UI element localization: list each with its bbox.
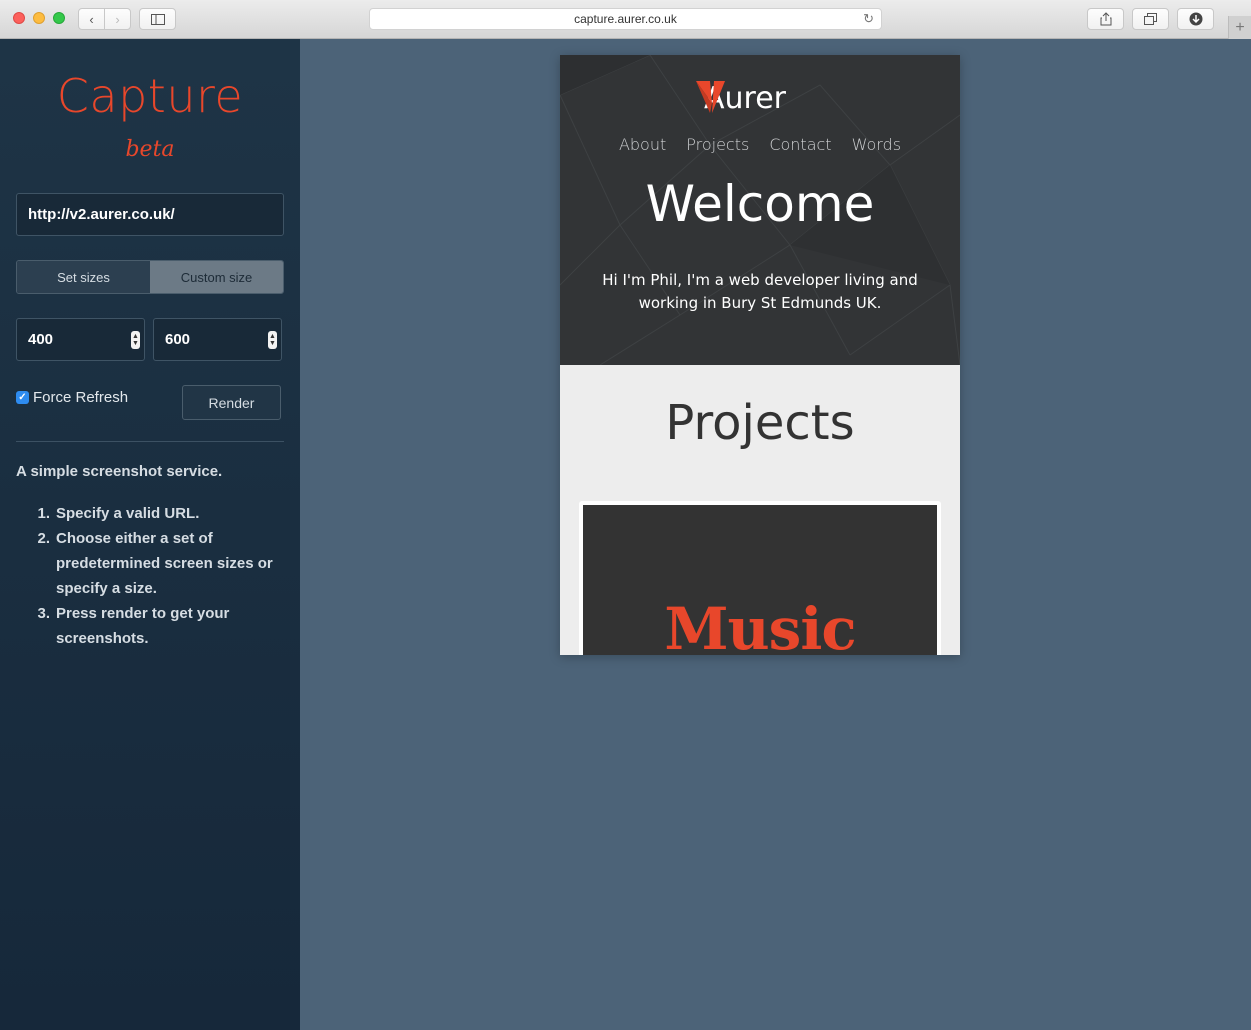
steps-list: 1. Specify a valid URL. 2. Choose either…: [16, 501, 284, 651]
new-tab-button[interactable]: +: [1228, 16, 1251, 39]
nav-projects[interactable]: Projects: [686, 135, 749, 154]
width-value: 400: [28, 331, 54, 348]
nav-words[interactable]: Words: [852, 135, 901, 154]
description: A simple screenshot service.: [16, 463, 223, 480]
stepper-down-icon: ▼: [132, 340, 139, 347]
stepper-up-icon: ▲: [269, 333, 276, 340]
share-icon: [1100, 12, 1111, 26]
step-text: Press render to get your screenshots.: [56, 605, 230, 647]
tabs-icon: [1144, 13, 1157, 25]
force-refresh-label: Force Refresh: [33, 389, 129, 406]
minimize-window-button[interactable]: [33, 12, 45, 24]
browser-toolbar: ‹ › capture.aurer.co.uk ↻ +: [0, 0, 1251, 39]
sidebar-icon: [150, 13, 165, 25]
reload-icon[interactable]: ↻: [863, 11, 874, 27]
force-refresh-checkbox[interactable]: ✓: [16, 391, 29, 404]
address-text: capture.aurer.co.uk: [574, 12, 677, 26]
width-input[interactable]: 400 ▲ ▼: [16, 318, 145, 361]
aurer-logo-icon: [696, 81, 725, 113]
tab-custom-size[interactable]: Custom size: [150, 261, 283, 293]
render-button[interactable]: Render: [182, 385, 281, 420]
width-stepper[interactable]: ▲ ▼: [131, 331, 140, 349]
step-number: 2.: [37, 530, 50, 547]
tab-set-sizes[interactable]: Set sizes: [17, 261, 150, 293]
step-number: 1.: [37, 505, 50, 522]
step-number: 3.: [37, 605, 50, 622]
height-value: 600: [165, 331, 191, 348]
address-bar[interactable]: capture.aurer.co.uk ↻: [369, 8, 882, 30]
force-refresh-option[interactable]: ✓ Force Refresh: [16, 389, 128, 406]
size-mode-toggle: Set sizes Custom size: [16, 260, 284, 294]
stepper-up-icon: ▲: [132, 333, 139, 340]
nav-about[interactable]: About: [619, 135, 666, 154]
checkmark-icon: ✓: [18, 392, 27, 403]
chevron-right-icon: ›: [115, 11, 120, 27]
screenshot-preview: Aurer About Projects Contact Words Welco…: [560, 55, 960, 655]
project-card-title: Music: [664, 595, 856, 655]
show-sidebar-button[interactable]: [139, 8, 176, 30]
forward-button[interactable]: ›: [104, 8, 131, 30]
app-title: Capture: [56, 69, 244, 123]
url-input[interactable]: [16, 193, 284, 236]
preview-hero: Aurer About Projects Contact Words Welco…: [560, 55, 960, 365]
projects-heading: Projects: [665, 395, 855, 451]
project-card[interactable]: Music: [579, 501, 941, 655]
project-card-image: Music: [583, 505, 937, 655]
plus-icon: +: [1235, 18, 1245, 36]
zoom-window-button[interactable]: [53, 12, 65, 24]
stepper-down-icon: ▼: [269, 340, 276, 347]
list-item: 2. Choose either a set of predetermined …: [16, 526, 284, 601]
back-button[interactable]: ‹: [78, 8, 105, 30]
intro-text: Hi I'm Phil, I'm a web developer living …: [602, 271, 918, 312]
height-input[interactable]: 600 ▲ ▼: [153, 318, 282, 361]
list-item: 1. Specify a valid URL.: [16, 501, 284, 526]
aurer-logo[interactable]: Aurer: [696, 81, 786, 116]
download-icon: [1189, 12, 1202, 26]
close-window-button[interactable]: [13, 12, 25, 24]
share-button[interactable]: [1087, 8, 1124, 30]
downloads-button[interactable]: [1177, 8, 1214, 30]
nav-contact[interactable]: Contact: [769, 135, 831, 154]
welcome-heading: Welcome: [645, 175, 875, 233]
beta-tag: beta: [125, 137, 175, 162]
chevron-left-icon: ‹: [89, 11, 94, 27]
step-text: Specify a valid URL.: [56, 505, 200, 522]
step-text: Choose either a set of predetermined scr…: [56, 530, 273, 597]
capture-sidebar: Capture beta Set sizes Custom size 400 ▲…: [0, 39, 300, 1030]
list-item: 3. Press render to get your screenshots.: [16, 601, 284, 651]
preview-nav: About Projects Contact Words: [560, 135, 960, 154]
height-stepper[interactable]: ▲ ▼: [268, 331, 277, 349]
show-tabs-button[interactable]: [1132, 8, 1169, 30]
divider: [16, 441, 284, 442]
